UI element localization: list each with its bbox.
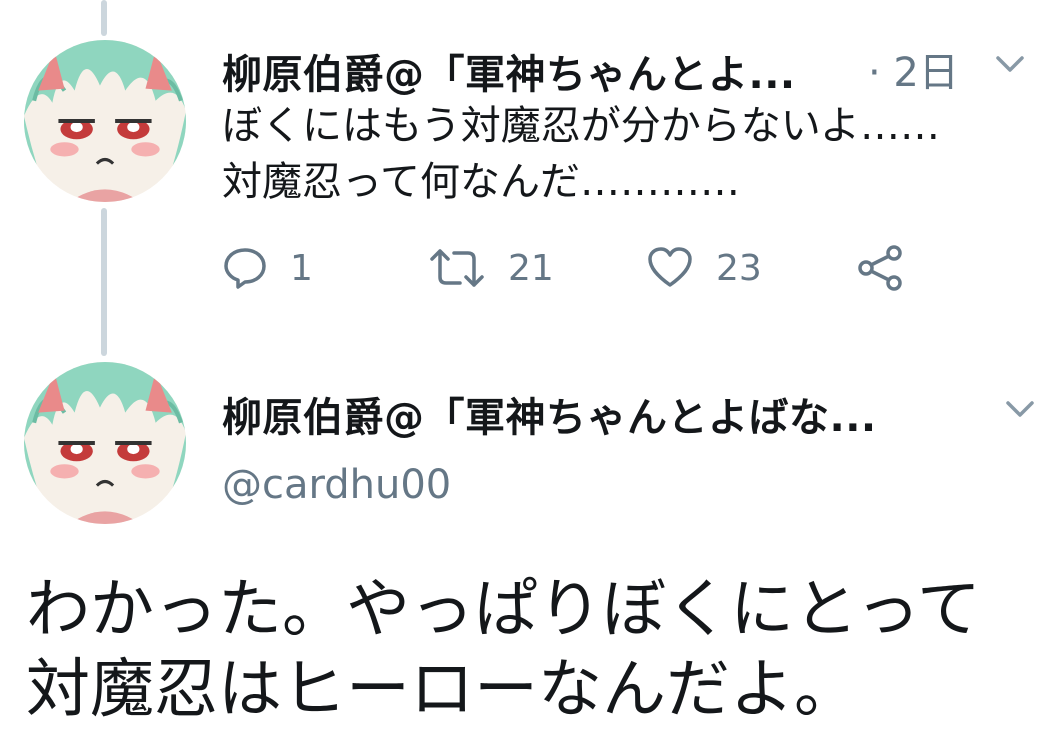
retweet-count: 21 <box>508 247 554 289</box>
tweet-text-line-2: 対魔忍って何なんだ………… <box>222 159 740 205</box>
avatar[interactable] <box>24 362 186 524</box>
reply-icon <box>224 248 266 289</box>
avatar[interactable] <box>24 40 186 202</box>
share-button[interactable] <box>856 244 906 292</box>
reply-button[interactable]: 1 <box>222 245 313 291</box>
tweet-text-line-2: 対魔忍はヒーローなんだよ。 <box>26 653 858 727</box>
display-name[interactable]: 柳原伯爵@「軍神ちゃんとよばな... <box>222 385 877 443</box>
retweet-button[interactable]: 21 <box>428 245 554 291</box>
thread-line-middle <box>101 208 107 356</box>
chevron-down-icon[interactable] <box>990 48 1030 78</box>
tweet-text: わかった。やっぱりぼくにとって 対魔忍はヒーローなんだよ。 <box>26 570 981 730</box>
like-button[interactable]: 23 <box>646 245 762 291</box>
chevron-down-icon[interactable] <box>1000 393 1040 423</box>
share-icon <box>858 245 902 291</box>
thread-line-top <box>101 0 107 36</box>
tweet-text-line-1: ぼくにはもう対魔忍が分からないよ…… <box>222 103 940 149</box>
avatar-image <box>24 362 186 524</box>
user-handle[interactable]: @cardhu00 <box>222 462 451 508</box>
avatar-image <box>24 40 186 202</box>
timestamp[interactable]: · 2日 <box>868 40 959 98</box>
like-icon <box>648 247 692 287</box>
retweet-icon <box>430 249 484 287</box>
tweet-text-line-1: わかった。やっぱりぼくにとって <box>26 573 981 647</box>
tweet-text: ぼくにはもう対魔忍が分からないよ…… 対魔忍って何なんだ………… <box>222 98 940 210</box>
reply-count: 1 <box>290 247 313 289</box>
like-count: 23 <box>716 247 762 289</box>
display-name[interactable]: 柳原伯爵@「軍神ちゃんとよ... <box>222 42 796 100</box>
